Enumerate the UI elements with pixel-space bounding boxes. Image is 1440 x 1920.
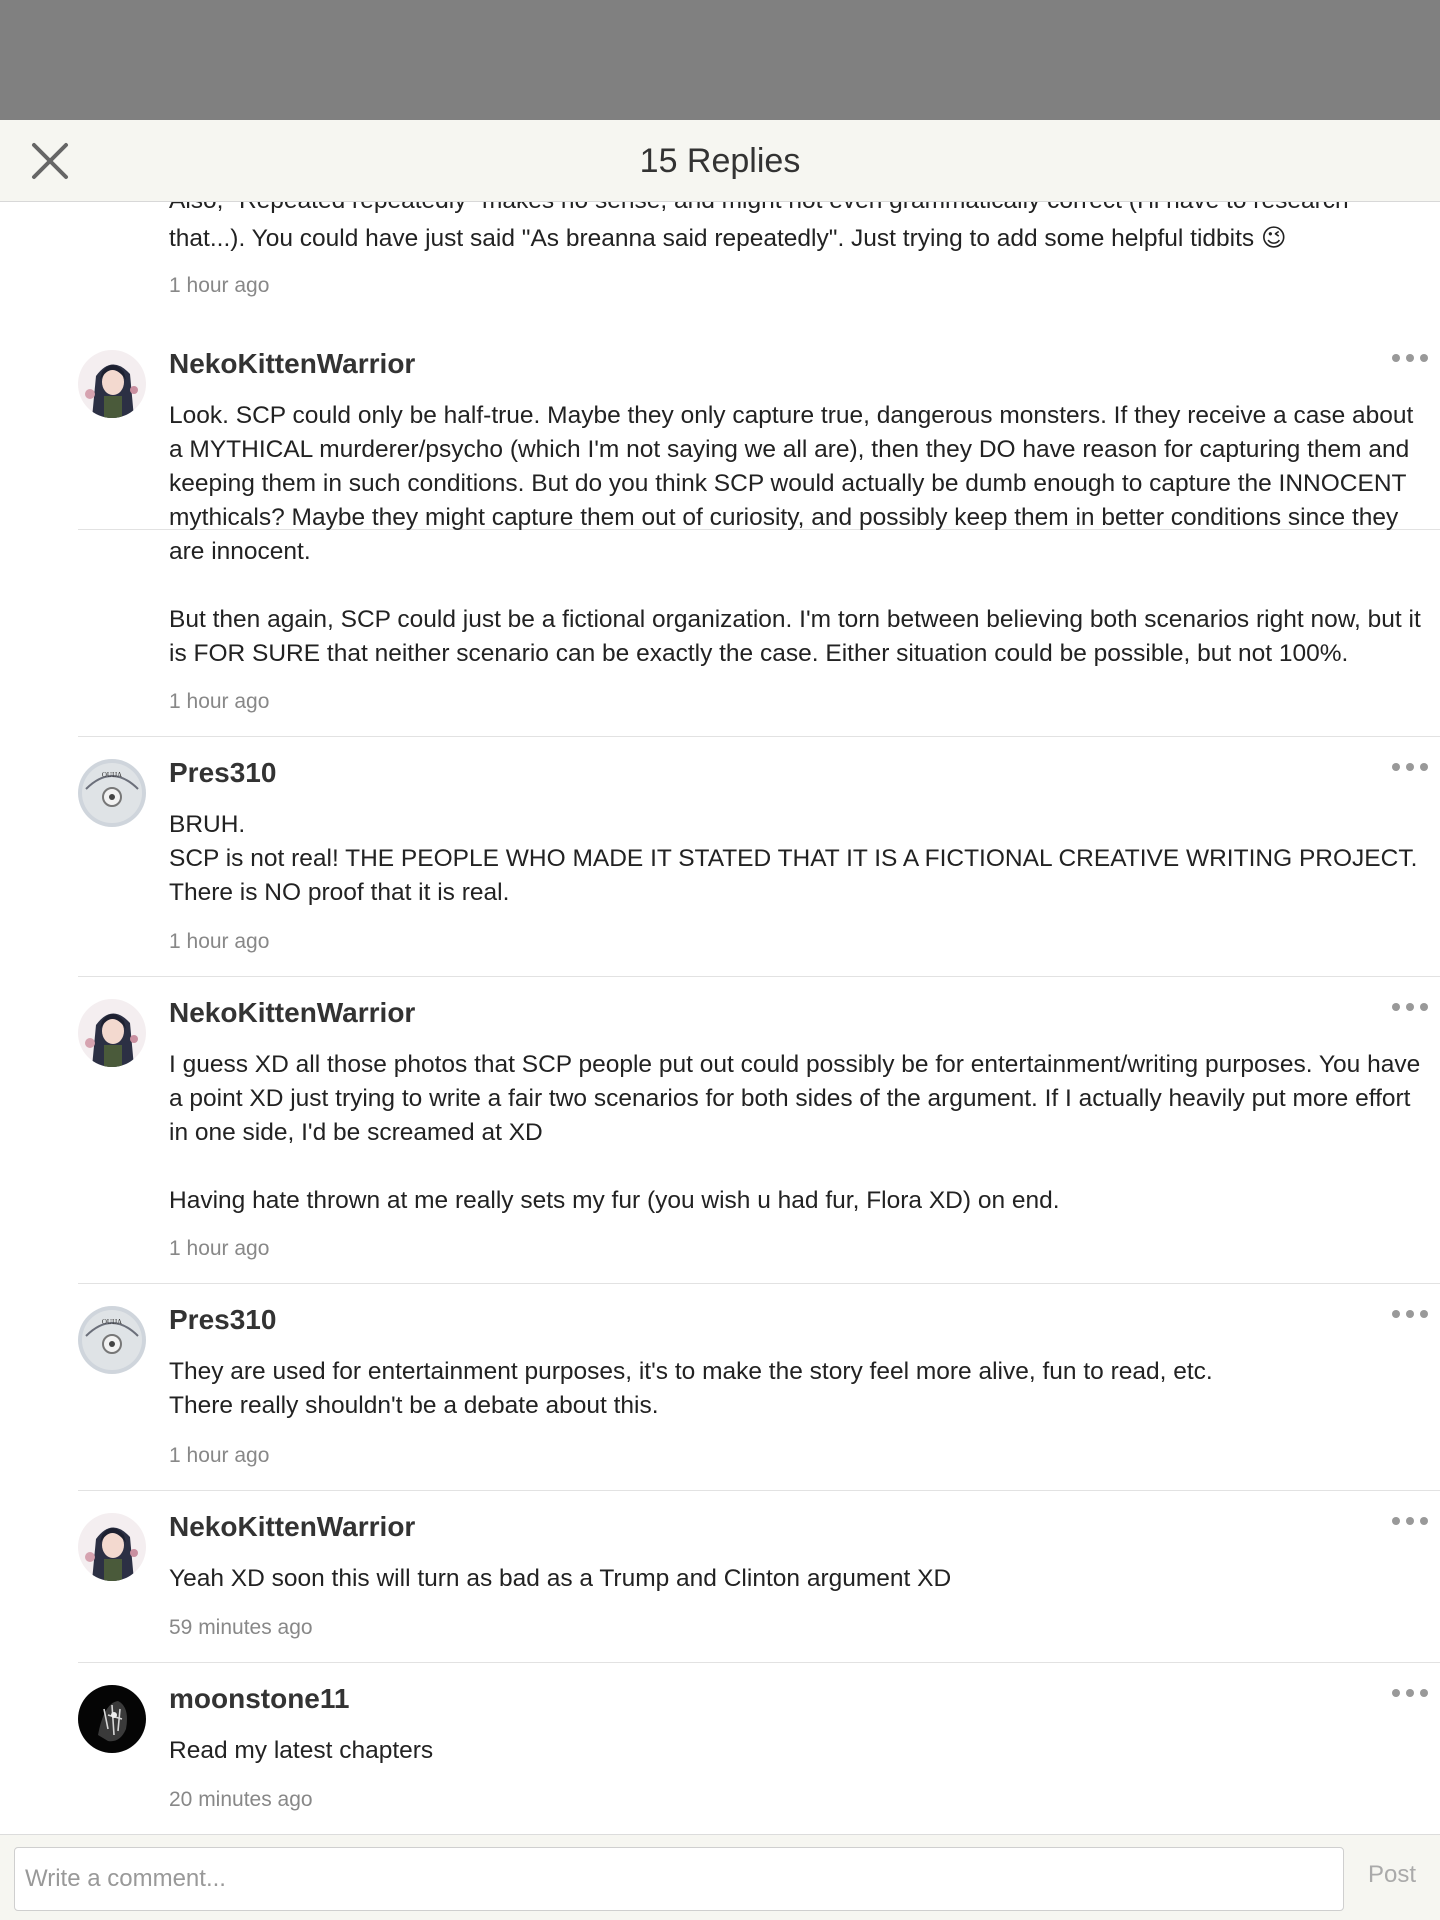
dark-avatar-icon — [78, 1685, 146, 1753]
ouija-avatar-icon: OUIJA — [78, 759, 146, 827]
ouija-avatar-icon: OUIJA — [78, 1306, 146, 1374]
reply-text: BRUH. SCP is not real! THE PEOPLE WHO MA… — [169, 811, 1418, 906]
more-options-button[interactable] — [1388, 1681, 1432, 1705]
more-icon — [1392, 1003, 1428, 1011]
more-icon — [1392, 1310, 1428, 1318]
more-options-button[interactable] — [1388, 1302, 1432, 1326]
comment-input[interactable] — [14, 1847, 1344, 1911]
reply-username[interactable]: moonstone11 — [169, 1683, 349, 1715]
dimmed-background-overlay[interactable] — [0, 0, 1440, 120]
post-button[interactable]: Post — [1368, 1861, 1416, 1889]
reply-timestamp: 1 hour ago — [169, 1237, 270, 1260]
avatar[interactable] — [78, 1513, 146, 1581]
reply-timestamp: 1 hour ago — [169, 274, 270, 297]
reply-text: Look. SCP could only be half-true. Maybe… — [169, 402, 1421, 667]
reply-username[interactable]: Pres310 — [169, 757, 276, 789]
avatar[interactable]: OUIJA — [78, 759, 146, 827]
more-icon — [1392, 354, 1428, 362]
more-icon — [1392, 1517, 1428, 1525]
reply-timestamp: 1 hour ago — [169, 930, 270, 953]
avatar[interactable]: OUIJA — [78, 1306, 146, 1374]
reply-username[interactable]: NekoKittenWarrior — [169, 997, 415, 1029]
reply-timestamp: 1 hour ago — [169, 690, 270, 713]
reply-text: Read my latest chapters — [169, 1737, 434, 1764]
avatar-label: OUIJA — [102, 771, 122, 779]
replies-header: 15 Replies — [0, 120, 1440, 202]
avatar-label: OUIJA — [102, 1318, 122, 1326]
reply-username[interactable]: NekoKittenWarrior — [169, 348, 415, 380]
more-options-button[interactable] — [1388, 995, 1432, 1019]
reply-text: They are used for entertainment purposes… — [169, 1358, 1213, 1419]
reply-item: NekoKittenWarrior I guess XD all those p… — [78, 977, 1440, 1284]
reply-item: OUIJA Pres310 They are used for entertai… — [78, 1284, 1440, 1491]
reply-item: NekoKittenWarrior Yeah XD soon this will… — [78, 1491, 1440, 1663]
replies-title: 15 Replies — [639, 142, 801, 180]
more-options-button[interactable] — [1388, 1509, 1432, 1533]
reply-item: moonstone11 Read my latest chapters 20 m… — [78, 1663, 1440, 1834]
comment-composer: Post — [0, 1834, 1440, 1920]
reply-username[interactable]: NekoKittenWarrior — [169, 1511, 415, 1543]
reply-text: that...). You could have just said "As b… — [169, 225, 1287, 252]
avatar[interactable] — [78, 1685, 146, 1753]
more-icon — [1392, 763, 1428, 771]
reply-text: I guess XD all those photos that SCP peo… — [169, 1051, 1421, 1214]
anime-avatar-icon — [78, 350, 146, 418]
reply-timestamp: 59 minutes ago — [169, 1616, 313, 1639]
anime-avatar-icon — [78, 999, 146, 1067]
anime-avatar-icon — [78, 1513, 146, 1581]
reply-text: Yeah XD soon this will turn as bad as a … — [169, 1565, 952, 1592]
reply-username[interactable]: Pres310 — [169, 1304, 276, 1336]
close-button[interactable] — [26, 138, 74, 184]
close-icon — [32, 143, 68, 179]
more-icon — [1392, 1689, 1428, 1697]
more-options-button[interactable] — [1388, 346, 1432, 370]
reply-timestamp: 20 minutes ago — [169, 1788, 313, 1811]
more-options-button[interactable] — [1388, 755, 1432, 779]
reply-text-clipped: Also, "Repeated repeatedly" makes no sen… — [169, 202, 1429, 218]
reply-item: NekoKittenWarrior Look. SCP could only b… — [78, 328, 1440, 737]
avatar[interactable] — [78, 350, 146, 418]
reply-item: OUIJA Pres310 BRUH. SCP is not real! THE… — [78, 737, 1440, 977]
avatar[interactable] — [78, 999, 146, 1067]
reply-timestamp: 1 hour ago — [169, 1444, 270, 1467]
replies-list[interactable]: Also, "Repeated repeatedly" makes no sen… — [0, 202, 1440, 1834]
